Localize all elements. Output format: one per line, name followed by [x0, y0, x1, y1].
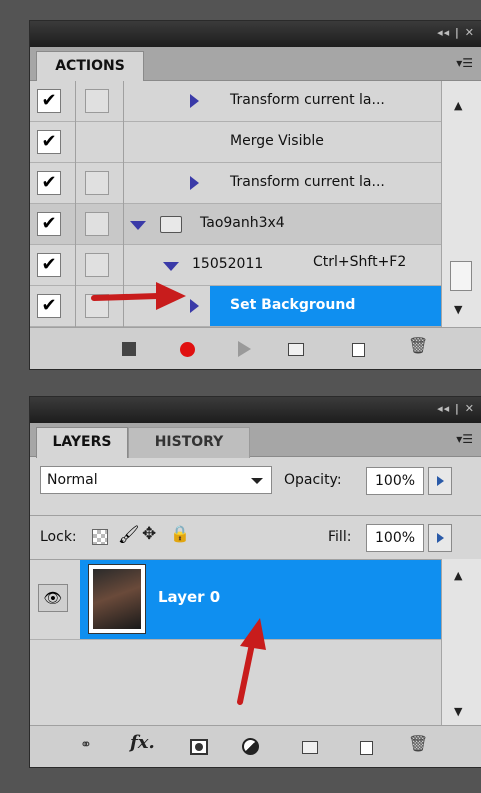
layers-titlebar: ◂◂ | ✕ [30, 397, 481, 423]
toggle-checkbox[interactable]: ✔ [37, 130, 61, 154]
fill-slider-button[interactable] [428, 524, 452, 552]
divider [75, 286, 76, 327]
expand-arrow-icon[interactable] [190, 299, 199, 313]
lock-position-icon[interactable]: ✥ [142, 524, 156, 544]
tab-actions[interactable]: ACTIONS [36, 51, 144, 82]
layers-tabbar: LAYERS HISTORY ▾☰ [30, 423, 481, 458]
action-row[interactable]: ✔ Transform current la... [30, 81, 443, 122]
actions-tabbar: ACTIONS ▾☰ [30, 47, 481, 82]
action-set-label: Tao9anh3x4 [200, 215, 285, 231]
action-label: Set Background [230, 297, 356, 313]
toggle-checkbox[interactable]: ✔ [37, 294, 61, 318]
layer-thumbnail [88, 564, 146, 634]
actions-scrollbar[interactable]: ▲ ▼ [441, 81, 481, 329]
scroll-thumb[interactable] [450, 261, 472, 291]
lock-pixels-icon[interactable]: 🖌 [118, 525, 140, 545]
divider [75, 204, 76, 245]
actions-footer: 🗑 [30, 327, 481, 369]
toggle-checkbox[interactable]: ✔ [37, 171, 61, 195]
actions-titlebar: ◂◂ | ✕ [30, 21, 481, 47]
chevron-down-icon [251, 478, 263, 484]
delete-icon[interactable]: 🗑 [408, 734, 428, 753]
layers-list: 👁 Layer 0 [30, 559, 443, 727]
lock-label: Lock: [40, 529, 77, 545]
opacity-label: Opacity: [284, 472, 342, 488]
toggle-checkbox[interactable]: ✔ [37, 89, 61, 113]
stop-icon[interactable] [122, 342, 136, 356]
dialog-toggle[interactable] [85, 171, 109, 195]
new-set-icon[interactable] [288, 343, 304, 356]
toggle-checkbox[interactable]: ✔ [37, 253, 61, 277]
layers-panel: ◂◂ | ✕ LAYERS HISTORY ▾☰ Normal Opacity:… [29, 396, 481, 768]
eye-visibility-icon[interactable]: 👁 [38, 584, 68, 612]
annotation-arrow [237, 618, 266, 705]
divider [123, 163, 124, 204]
divider [123, 122, 124, 163]
divider [75, 245, 76, 286]
record-icon[interactable] [180, 342, 195, 357]
lock-all-icon[interactable]: 🔒 [170, 524, 190, 543]
divider [75, 163, 76, 204]
fill-input[interactable]: 100% [366, 524, 424, 552]
dialog-toggle[interactable] [85, 89, 109, 113]
opacity-slider-button[interactable] [428, 467, 452, 495]
action-label: Transform current la... [230, 92, 385, 108]
layer-name: Layer 0 [158, 588, 221, 606]
action-row[interactable]: ✔ Merge Visible [30, 122, 443, 163]
dialog-toggle[interactable] [85, 212, 109, 236]
dialog-toggle[interactable] [85, 253, 109, 277]
actions-panel: ◂◂ | ✕ ACTIONS ▾☰ ✔ Transform current la… [29, 20, 481, 370]
expand-arrow-icon[interactable] [190, 94, 199, 108]
scroll-down-icon[interactable]: ▼ [454, 303, 462, 316]
delete-icon[interactable]: 🗑 [408, 336, 428, 355]
divider [123, 204, 124, 245]
fill-label: Fill: [328, 529, 352, 545]
collapse-arrow-icon[interactable] [163, 262, 179, 271]
action-label: 15052011 [192, 256, 264, 272]
new-layer-icon[interactable] [360, 741, 373, 755]
lock-transparent-icon[interactable] [92, 529, 108, 545]
action-row[interactable]: ✔ Transform current la... [30, 163, 443, 204]
mask-circle-icon [195, 743, 203, 751]
photo-thumbnail-image [93, 569, 141, 629]
link-icon[interactable]: ⚭ [80, 737, 92, 753]
toggle-checkbox[interactable]: ✔ [37, 212, 61, 236]
play-icon[interactable] [238, 341, 251, 357]
collapse-close-controls[interactable]: ◂◂ | ✕ [437, 26, 475, 39]
new-action-icon[interactable] [352, 343, 365, 357]
mask-icon[interactable] [190, 739, 208, 755]
scroll-down-icon[interactable]: ▼ [454, 705, 462, 718]
expand-arrow-icon[interactable] [190, 176, 199, 190]
lock-row: Lock: 🖌 ✥ 🔒 Fill: 100% [30, 515, 481, 559]
panel-menu-icon[interactable]: ▾☰ [456, 56, 473, 70]
collapse-close-controls[interactable]: ◂◂ | ✕ [437, 402, 475, 415]
action-label: Merge Visible [230, 133, 324, 149]
blend-row: Normal Opacity: 100% [30, 459, 481, 503]
action-label: Transform current la... [230, 174, 385, 190]
fx-icon[interactable]: fx. [130, 732, 155, 753]
blend-mode-value: Normal [47, 472, 98, 488]
tab-layers[interactable]: LAYERS [36, 427, 128, 458]
panel-menu-icon[interactable]: ▾☰ [456, 432, 473, 446]
folder-icon [160, 216, 182, 233]
layers-scrollbar[interactable]: ▲ ▼ [441, 559, 481, 727]
annotation-arrow [91, 282, 186, 310]
divider [123, 81, 124, 122]
scroll-up-icon[interactable]: ▲ [454, 569, 462, 582]
scroll-up-icon[interactable]: ▲ [454, 99, 462, 112]
layers-footer: ⚭ fx. 🗑 [30, 725, 481, 767]
tab-history[interactable]: HISTORY [128, 427, 250, 458]
divider [75, 122, 76, 163]
divider [75, 81, 76, 122]
action-set-row[interactable]: ✔ Tao9anh3x4 [30, 204, 443, 245]
collapse-arrow-icon[interactable] [130, 221, 146, 230]
group-icon[interactable] [302, 741, 318, 754]
blend-mode-select[interactable]: Normal [40, 466, 272, 494]
adjustment-icon[interactable] [242, 738, 259, 755]
action-shortcut: Ctrl+Shft+F2 [313, 254, 407, 270]
opacity-input[interactable]: 100% [366, 467, 424, 495]
